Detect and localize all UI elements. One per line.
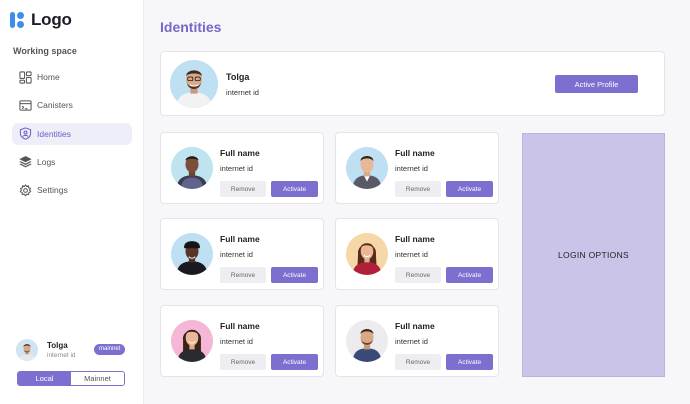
network-mainnet-option[interactable]: Mainnet — [71, 372, 124, 385]
avatar — [170, 60, 218, 108]
remove-button[interactable]: Remove — [220, 181, 266, 197]
identity-name: Full name — [220, 148, 260, 158]
identity-name: Full name — [220, 234, 260, 244]
network-toggle: Local Mainnet — [17, 371, 125, 386]
activate-button[interactable]: Activate — [271, 354, 318, 370]
avatar — [346, 320, 388, 362]
identity-internet-id: internet id — [395, 337, 428, 346]
logo[interactable]: Logo — [10, 10, 72, 30]
network-local-option[interactable]: Local — [18, 372, 71, 385]
active-profile-card: Tolga internet id Active Profile — [160, 51, 665, 116]
active-profile-button[interactable]: Active Profile — [555, 75, 638, 93]
logo-text: Logo — [31, 10, 72, 29]
activate-button[interactable]: Activate — [271, 181, 318, 197]
sidebar-item-identities[interactable]: Identities — [12, 122, 132, 145]
identity-card: Full name internet id Remove Activate — [335, 305, 499, 377]
identity-name: Full name — [395, 321, 435, 331]
layers-icon — [19, 155, 32, 168]
identity-name: Full name — [395, 234, 435, 244]
avatar — [171, 233, 213, 275]
identity-internet-id: internet id — [220, 337, 253, 346]
logo-mark-icon — [10, 11, 26, 29]
section-label: Working space — [13, 46, 77, 56]
avatar — [346, 147, 388, 189]
sidebar-item-settings[interactable]: Settings — [12, 179, 132, 201]
sidebar-item-canisters[interactable]: Canisters — [12, 94, 132, 116]
activate-button[interactable]: Activate — [446, 354, 493, 370]
sidebar-nav: Home Canisters Identities Logs Settings — [12, 66, 132, 207]
avatar — [171, 320, 213, 362]
remove-button[interactable]: Remove — [220, 267, 266, 283]
sidebar-profile[interactable]: Tolga internet id mainnet — [16, 339, 128, 363]
activate-button[interactable]: Activate — [271, 267, 318, 283]
identity-card: Full name internet id Remove Activate — [335, 132, 499, 204]
avatar — [346, 233, 388, 275]
canister-window-icon — [19, 99, 32, 112]
active-profile-name: Tolga — [226, 72, 250, 82]
sidebar-item-label: Canisters — [37, 100, 73, 111]
identity-internet-id: internet id — [220, 250, 253, 259]
remove-button[interactable]: Remove — [395, 181, 441, 197]
network-badge: mainnet — [94, 344, 126, 355]
sidebar-item-label: Identities — [37, 128, 72, 139]
identity-internet-id: internet id — [395, 250, 428, 259]
identity-internet-id: internet id — [220, 164, 253, 173]
login-options-panel[interactable]: LOGIN OPTIONS — [522, 133, 665, 377]
login-options-label: LOGIN OPTIONS — [558, 250, 629, 260]
sidebar-item-home[interactable]: Home — [12, 66, 132, 88]
remove-button[interactable]: Remove — [220, 354, 266, 370]
home-grid-icon — [19, 70, 32, 84]
sidebar-item-label: Settings — [37, 185, 68, 196]
identity-name: Full name — [220, 321, 260, 331]
identity-name: Full name — [395, 148, 435, 158]
sidebar: Logo Working space Home Canisters Identi… — [0, 0, 144, 404]
remove-button[interactable]: Remove — [395, 354, 441, 370]
sidebar-item-logs[interactable]: Logs — [12, 151, 132, 173]
identity-card: Full name internet id Remove Activate — [160, 218, 324, 290]
identity-card: Full name internet id Remove Activate — [160, 132, 324, 204]
activate-button[interactable]: Activate — [446, 181, 493, 197]
activate-button[interactable]: Activate — [446, 267, 493, 283]
gear-icon — [19, 183, 32, 197]
avatar — [171, 147, 213, 189]
shield-user-icon — [19, 127, 32, 140]
identity-card: Full name internet id Remove Activate — [160, 305, 324, 377]
profile-internet-id: internet id — [47, 352, 76, 359]
sidebar-item-label: Logs — [37, 156, 56, 167]
page-title: Identities — [160, 19, 222, 35]
sidebar-item-label: Home — [37, 72, 60, 82]
identity-internet-id: internet id — [395, 164, 428, 173]
identity-card: Full name internet id Remove Activate — [335, 218, 499, 290]
remove-button[interactable]: Remove — [395, 267, 441, 283]
active-profile-internet-id: internet id — [226, 88, 259, 97]
profile-name: Tolga — [47, 341, 68, 350]
avatar — [16, 339, 38, 361]
